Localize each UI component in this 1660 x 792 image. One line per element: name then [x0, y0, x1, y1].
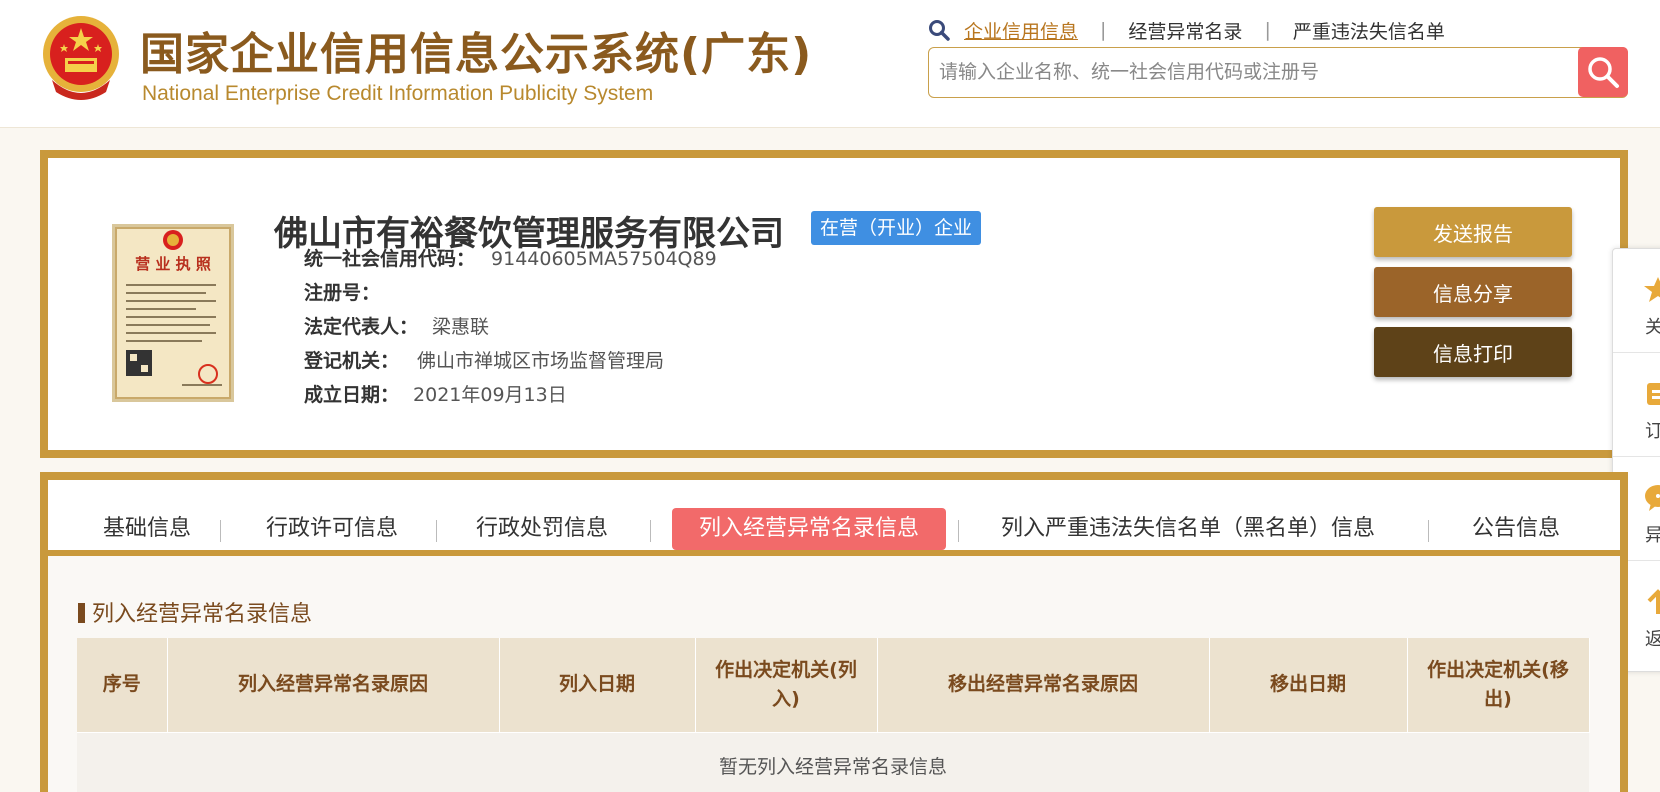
company-card: 营 业 执 照 佛山市有裕餐饮管理服务有限公司 在营（开业）企业 统一社会信用代…: [40, 150, 1628, 458]
column-header: 移出日期: [1209, 638, 1408, 732]
nav-separator: |: [1100, 19, 1107, 41]
column-header: 序号: [77, 638, 168, 732]
search-icon: [1588, 57, 1619, 88]
section-title-text: 列入经营异常名录信息: [92, 602, 313, 627]
tab-blacklist[interactable]: 列入严重违法失信名单（黑名单）信息: [992, 508, 1384, 550]
info-established-date: 成立日期： 2021年09月13日: [304, 380, 567, 407]
nav-separator: |: [1264, 19, 1271, 41]
table-row: 暂无列入经营异常名录信息: [77, 731, 1589, 792]
field-label: 成立日期：: [304, 384, 400, 406]
info-reg-number: 注册号：: [304, 278, 380, 305]
tab-separator: [1428, 520, 1429, 542]
site-header: 国家企业信用信息公示系统(广东) National Enterprise Cre…: [0, 0, 1660, 128]
info-panel: 基础信息 行政许可信息 行政处罚信息 列入经营异常名录信息 列入严重违法失信名单…: [40, 472, 1628, 792]
field-label: 注册号：: [304, 282, 381, 304]
column-header: 列入日期: [499, 638, 696, 732]
site-subtitle: National Enterprise Credit Information P…: [142, 82, 654, 105]
section-title-bar: [78, 603, 85, 623]
tab-separator: [436, 520, 437, 542]
subscribe-button[interactable]: 订: [1613, 353, 1660, 457]
national-emblem-icon: [43, 16, 119, 100]
send-report-button[interactable]: 发送报告: [1374, 207, 1572, 257]
search-icon: [929, 20, 950, 41]
nav-enterprise-credit[interactable]: 企业信用信息: [964, 17, 1078, 44]
search-input[interactable]: [931, 50, 1551, 94]
info-legal-rep: 法定代表人： 梁惠联: [304, 312, 489, 339]
tab-admin-penalty[interactable]: 行政处罚信息: [468, 508, 616, 550]
float-label: 订: [1645, 421, 1660, 442]
tab-admin-license[interactable]: 行政许可信息: [258, 508, 406, 550]
float-label: 返: [1645, 629, 1660, 650]
column-header: 作出决定机关(列入): [695, 638, 878, 732]
info-credit-code: 统一社会信用代码： 91440605MA57504Q89: [304, 244, 717, 271]
float-label: 异: [1645, 525, 1660, 546]
follow-button[interactable]: 关: [1613, 249, 1660, 353]
field-value: 2021年09月13日: [413, 384, 567, 406]
section-title: 列入经营异常名录信息: [78, 596, 312, 627]
nav-abnormal-list[interactable]: 经营异常名录: [1128, 17, 1242, 44]
tab-separator: [220, 520, 221, 542]
field-label: 法定代表人：: [304, 316, 419, 338]
share-button[interactable]: 信息分享: [1374, 267, 1572, 317]
table-header-row: 序号 列入经营异常名录原因 列入日期 作出决定机关(列入) 移出经营异常名录原因…: [77, 638, 1590, 732]
tab-separator: [650, 520, 651, 542]
search-box: [928, 47, 1628, 98]
tab-abnormal-list[interactable]: 列入经营异常名录信息: [672, 508, 946, 550]
tab-announcements[interactable]: 公告信息: [1468, 508, 1564, 550]
field-label: 登记机关：: [304, 350, 400, 372]
star-icon: [1644, 277, 1660, 302]
top-nav: 企业信用信息 | 经营异常名录 | 严重违法失信名单: [928, 16, 1445, 44]
field-value: 佛山市禅城区市场监督管理局: [417, 350, 665, 372]
nav-blacklist[interactable]: 严重违法失信名单: [1293, 17, 1445, 44]
column-header: 作出决定机关(移出): [1407, 638, 1590, 732]
business-license-image: 营 业 执 照: [112, 224, 234, 402]
site-title: 国家企业信用信息公示系统(广东): [140, 29, 813, 80]
field-value: 梁惠联: [432, 316, 490, 338]
field-label: 统一社会信用代码：: [304, 248, 476, 270]
column-header: 列入经营异常名录原因: [167, 638, 500, 732]
field-value: 91440605MA57504Q89: [491, 248, 717, 270]
return-icon: [1647, 589, 1660, 614]
svg-text:营 业 执 照: 营 业 执 照: [135, 255, 211, 273]
tab-separator: [958, 520, 959, 542]
empty-message: 暂无列入经营异常名录信息: [77, 731, 1589, 792]
tab-basic-info[interactable]: 基础信息: [86, 508, 208, 550]
column-header: 移出经营异常名录原因: [877, 638, 1210, 732]
bookmark-icon: [1647, 383, 1660, 405]
tab-bar: 基础信息 行政许可信息 行政处罚信息 列入经营异常名录信息 列入严重违法失信名单…: [48, 480, 1620, 556]
info-reg-authority: 登记机关： 佛山市禅城区市场监督管理局: [304, 346, 664, 373]
search-button[interactable]: [1578, 47, 1628, 97]
chat-icon: [1645, 485, 1660, 511]
abnormal-list-table: 序号 列入经营异常名录原因 列入日期 作出决定机关(列入) 移出经营异常名录原因…: [77, 638, 1590, 792]
float-label: 关: [1645, 317, 1660, 338]
print-button[interactable]: 信息打印: [1374, 327, 1572, 377]
status-badge: 在营（开业）企业: [811, 211, 982, 245]
